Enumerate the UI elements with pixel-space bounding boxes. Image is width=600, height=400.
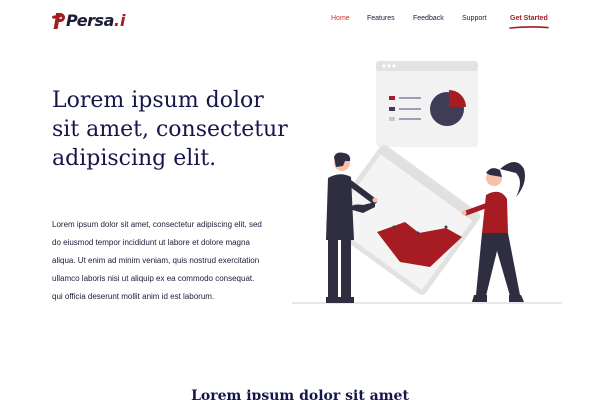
nav-item-home[interactable]: Home xyxy=(331,15,350,22)
nav-item-feedback[interactable]: Feedback xyxy=(413,15,444,22)
cta-underline-icon xyxy=(509,26,549,29)
dashboard-card-icon xyxy=(376,61,478,147)
presentation-chart-illustration xyxy=(292,61,562,304)
nav-item-support[interactable]: Support xyxy=(462,15,487,22)
woman-figure-icon xyxy=(461,162,525,302)
section-title: Lorem ipsum dolor sit amet xyxy=(191,388,409,400)
nav-item-features[interactable]: Features xyxy=(367,15,395,22)
hero-body: Lorem ipsum dolor sit amet, consectetur … xyxy=(52,220,262,301)
get-started-button[interactable]: Get Started xyxy=(510,15,548,22)
hero-title: Lorem ipsum dolor sit amet, consectetur … xyxy=(52,88,288,171)
